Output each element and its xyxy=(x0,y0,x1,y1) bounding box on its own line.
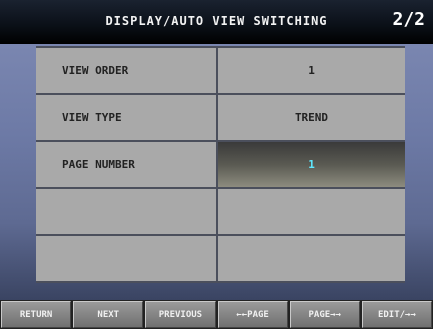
next-button[interactable]: NEXT xyxy=(73,301,144,328)
edit-button[interactable]: EDIT/→→ xyxy=(361,301,433,328)
page-indicator: 2/2 xyxy=(392,9,425,30)
settings-table: VIEW ORDER 1 VIEW TYPE TREND PAGE NUMBER… xyxy=(36,46,405,283)
value-empty-1[interactable] xyxy=(218,189,405,234)
value-view-type[interactable]: TREND xyxy=(218,95,405,140)
label-empty-2 xyxy=(36,236,218,281)
table-row xyxy=(36,189,405,236)
table-row: PAGE NUMBER 1 xyxy=(36,142,405,189)
value-view-order[interactable]: 1 xyxy=(218,48,405,93)
return-button[interactable]: RETURN xyxy=(1,301,72,328)
value-page-number[interactable]: 1 xyxy=(218,142,405,187)
previous-button[interactable]: PREVIOUS xyxy=(145,301,216,328)
table-row: VIEW TYPE TREND xyxy=(36,95,405,142)
label-view-type: VIEW TYPE xyxy=(36,95,218,140)
function-key-bar: RETURN NEXT PREVIOUS ←←PAGE PAGE→→ EDIT/… xyxy=(0,300,433,329)
label-view-order: VIEW ORDER xyxy=(36,48,218,93)
screen-title: DISPLAY/AUTO VIEW SWITCHING xyxy=(105,14,328,28)
table-row: VIEW ORDER 1 xyxy=(36,46,405,95)
value-empty-2[interactable] xyxy=(218,236,405,281)
table-row xyxy=(36,236,405,283)
settings-panel: VIEW ORDER 1 VIEW TYPE TREND PAGE NUMBER… xyxy=(0,44,433,300)
label-empty-1 xyxy=(36,189,218,234)
page-forward-button[interactable]: PAGE→→ xyxy=(289,301,360,328)
label-page-number: PAGE NUMBER xyxy=(36,142,218,187)
page-back-button[interactable]: ←←PAGE xyxy=(217,301,288,328)
title-bar: DISPLAY/AUTO VIEW SWITCHING 2/2 xyxy=(0,0,433,44)
